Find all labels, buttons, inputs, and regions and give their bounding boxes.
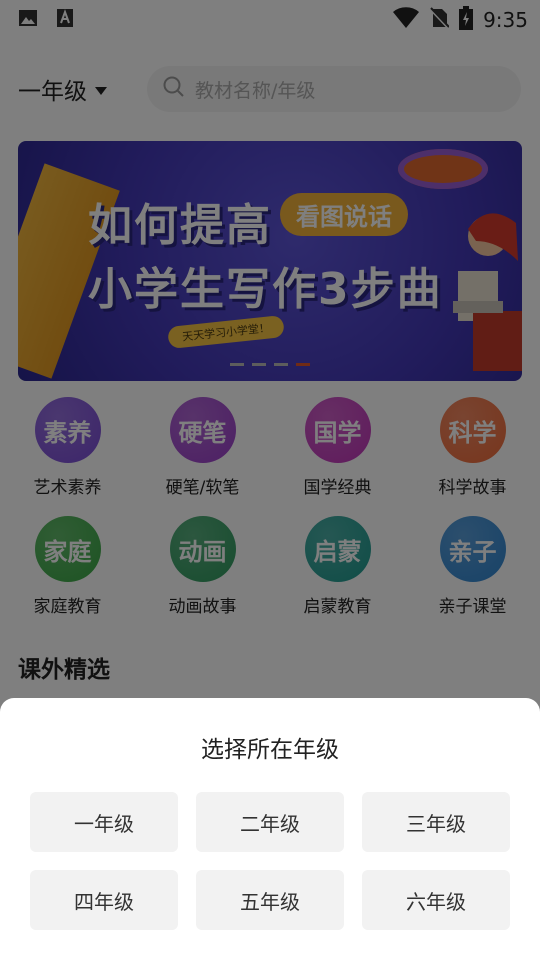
grade-option-button[interactable]: 五年级: [196, 870, 344, 930]
grade-option-button[interactable]: 三年级: [362, 792, 510, 852]
grade-option-button[interactable]: 六年级: [362, 870, 510, 930]
grade-option-button[interactable]: 四年级: [30, 870, 178, 930]
grade-picker-sheet: 选择所在年级 一年级 二年级 三年级四年级 五年级 六年级: [0, 698, 540, 960]
grade-option-button[interactable]: 一年级: [30, 792, 178, 852]
grade-option-button[interactable]: 二年级: [196, 792, 344, 852]
sheet-title: 选择所在年级: [201, 737, 339, 763]
